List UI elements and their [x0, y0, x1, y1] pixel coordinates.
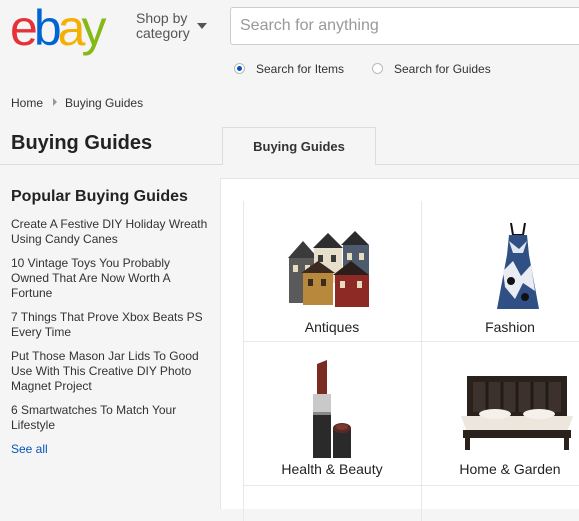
breadcrumb: Home Buying Guides — [11, 96, 143, 110]
ebay-logo[interactable]: ebay — [10, 3, 128, 53]
page-title: Buying Guides — [11, 132, 153, 154]
popular-guides-sidebar: Popular Buying Guides Create A Festive D… — [11, 188, 211, 456]
category-tile-fashion[interactable]: Fashion — [421, 201, 579, 341]
category-label: Home & Garden — [459, 461, 561, 477]
logo-letter-y: y — [81, 0, 106, 56]
see-all-link[interactable]: See all — [11, 442, 211, 456]
sidebar-heading: Popular Buying Guides — [11, 188, 188, 205]
shop-by-label: Shop by — [136, 10, 188, 26]
category-label: Health & Beauty — [281, 461, 383, 477]
guide-link[interactable]: 7 Things That Prove Xbox Beats PS Every … — [11, 310, 211, 340]
category-tile-antiques[interactable]: Antiques — [243, 201, 421, 341]
logo-letter-b: b — [33, 0, 62, 56]
search-box — [230, 7, 579, 45]
breadcrumb-separator-icon — [53, 98, 58, 106]
tab-buying-guides[interactable]: Buying Guides — [222, 127, 376, 165]
search-items-label: Search for Items — [256, 62, 345, 76]
guide-link[interactable]: 6 Smartwatches To Match Your Lifestyle — [11, 403, 211, 433]
radio-unselected-icon — [372, 63, 383, 74]
guide-link[interactable]: Create A Festive DIY Holiday Wreath Usin… — [11, 217, 211, 247]
logo-letter-e: e — [10, 0, 38, 56]
category-tile-home-garden[interactable]: Home & Garden — [421, 342, 579, 484]
category-tile-health-beauty[interactable]: Health & Beauty — [243, 342, 421, 484]
antique-houses-icon — [288, 231, 369, 307]
category-label: Fashion — [485, 319, 535, 335]
lipstick-icon — [313, 360, 351, 458]
category-label: category — [136, 25, 190, 41]
category-label: Antiques — [304, 319, 360, 335]
dress-icon — [497, 222, 539, 309]
logo-letter-a: a — [57, 0, 86, 56]
bed-icon — [461, 376, 573, 450]
chevron-down-icon — [197, 23, 207, 29]
guide-link[interactable]: Put Those Mason Jar Lids To Good Use Wit… — [11, 349, 211, 394]
search-guides-label: Search for Guides — [394, 62, 491, 76]
search-input[interactable] — [231, 8, 579, 44]
breadcrumb-home-link[interactable]: Home — [11, 96, 43, 110]
shop-by-category-button[interactable]: Shop by category — [136, 10, 207, 41]
breadcrumb-current: Buying Guides — [65, 96, 144, 110]
category-panel: Antiques Fashion Health & Beauty Home & … — [220, 178, 579, 521]
radio-selected-icon — [234, 63, 245, 74]
guide-link[interactable]: 10 Vintage Toys You Probably Owned That … — [11, 256, 211, 301]
